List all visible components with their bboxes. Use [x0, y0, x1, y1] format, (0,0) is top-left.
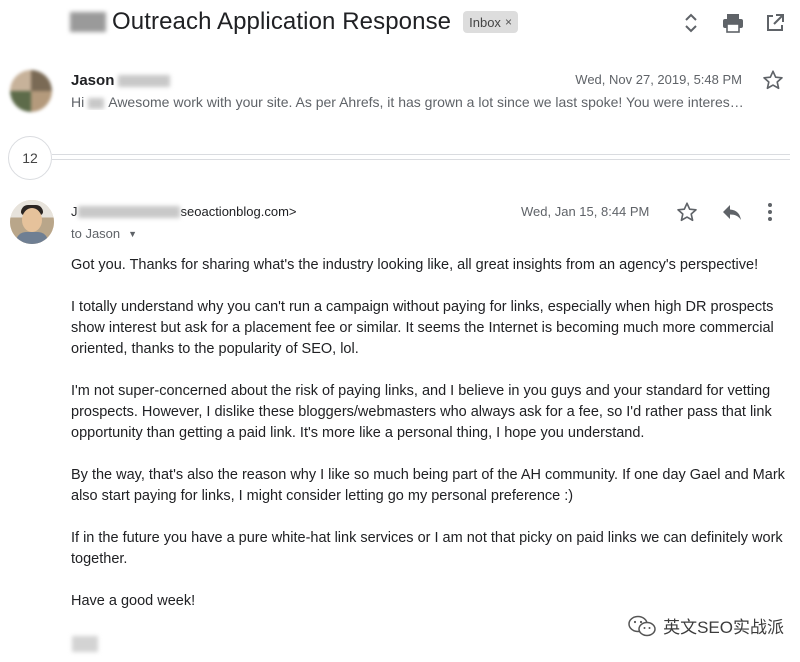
body-paragraph: Have a good week!	[71, 593, 196, 609]
watermark-text: 英文SEO实战派	[663, 618, 784, 637]
message-preview[interactable]: Jason Wed, Nov 27, 2019, 5:48 PM Hi Aweso…	[0, 60, 800, 122]
message-date: Wed, Nov 27, 2019, 5:48 PM	[575, 72, 742, 87]
avatar	[10, 200, 54, 244]
sender-first-name: Jason	[71, 72, 115, 89]
redacted-signature	[72, 636, 98, 652]
inbox-label-chip[interactable]: Inbox ×	[463, 11, 518, 33]
remove-label-icon[interactable]: ×	[505, 15, 512, 29]
more-options-icon[interactable]	[766, 201, 774, 228]
sender-email: J seoactionblog.com>	[71, 204, 297, 219]
open-in-new-window-icon[interactable]	[764, 12, 786, 34]
avatar	[10, 70, 52, 112]
reply-icon[interactable]	[720, 201, 744, 228]
redacted-text	[118, 75, 171, 88]
collapsed-count-button[interactable]: 12	[8, 136, 52, 180]
body-paragraph: If in the future you have a pure white-h…	[71, 530, 783, 567]
print-icon[interactable]	[722, 12, 744, 34]
thread-toolbar	[680, 12, 786, 34]
thread-subject-row: Outreach Application Response Inbox ×	[70, 6, 518, 38]
thread-subject: Outreach Application Response	[112, 8, 452, 35]
snippet-text: Awesome work with your site. As per Ahre…	[108, 94, 744, 110]
message-snippet: Hi Awesome work with your site. As per Ah…	[71, 94, 789, 110]
body-paragraph: Got you. Thanks for sharing what's the i…	[71, 257, 759, 273]
redacted-text	[88, 97, 105, 109]
body-paragraph: I totally understand why you can't run a…	[71, 299, 774, 357]
collapsed-messages: 12	[0, 136, 800, 180]
chevron-down-icon: ▼	[128, 228, 138, 239]
star-icon[interactable]	[676, 201, 698, 228]
message-date: Wed, Jan 15, 8:44 PM	[521, 204, 650, 219]
snippet-greeting: Hi	[71, 94, 85, 110]
wechat-icon	[628, 615, 656, 636]
star-icon[interactable]	[762, 69, 784, 96]
divider	[52, 159, 790, 160]
recipient-text: to Jason	[71, 226, 121, 241]
message-body: Got you. Thanks for sharing what's the i…	[71, 255, 791, 633]
watermark: 英文SEO实战派	[627, 613, 784, 638]
sender-domain: seoactionblog.com>	[180, 204, 297, 219]
sender-name: Jason	[71, 72, 171, 89]
recipient-details-toggle[interactable]: to Jason ▼	[71, 226, 137, 241]
label-text: Inbox	[469, 14, 501, 30]
redacted-text	[77, 205, 180, 218]
expand-collapse-icon[interactable]	[680, 12, 702, 34]
body-paragraph: By the way, that's also the reason why I…	[71, 467, 785, 504]
body-paragraph: I'm not super-concerned about the risk o…	[71, 383, 772, 441]
redacted-text	[70, 12, 106, 32]
divider	[52, 154, 790, 155]
